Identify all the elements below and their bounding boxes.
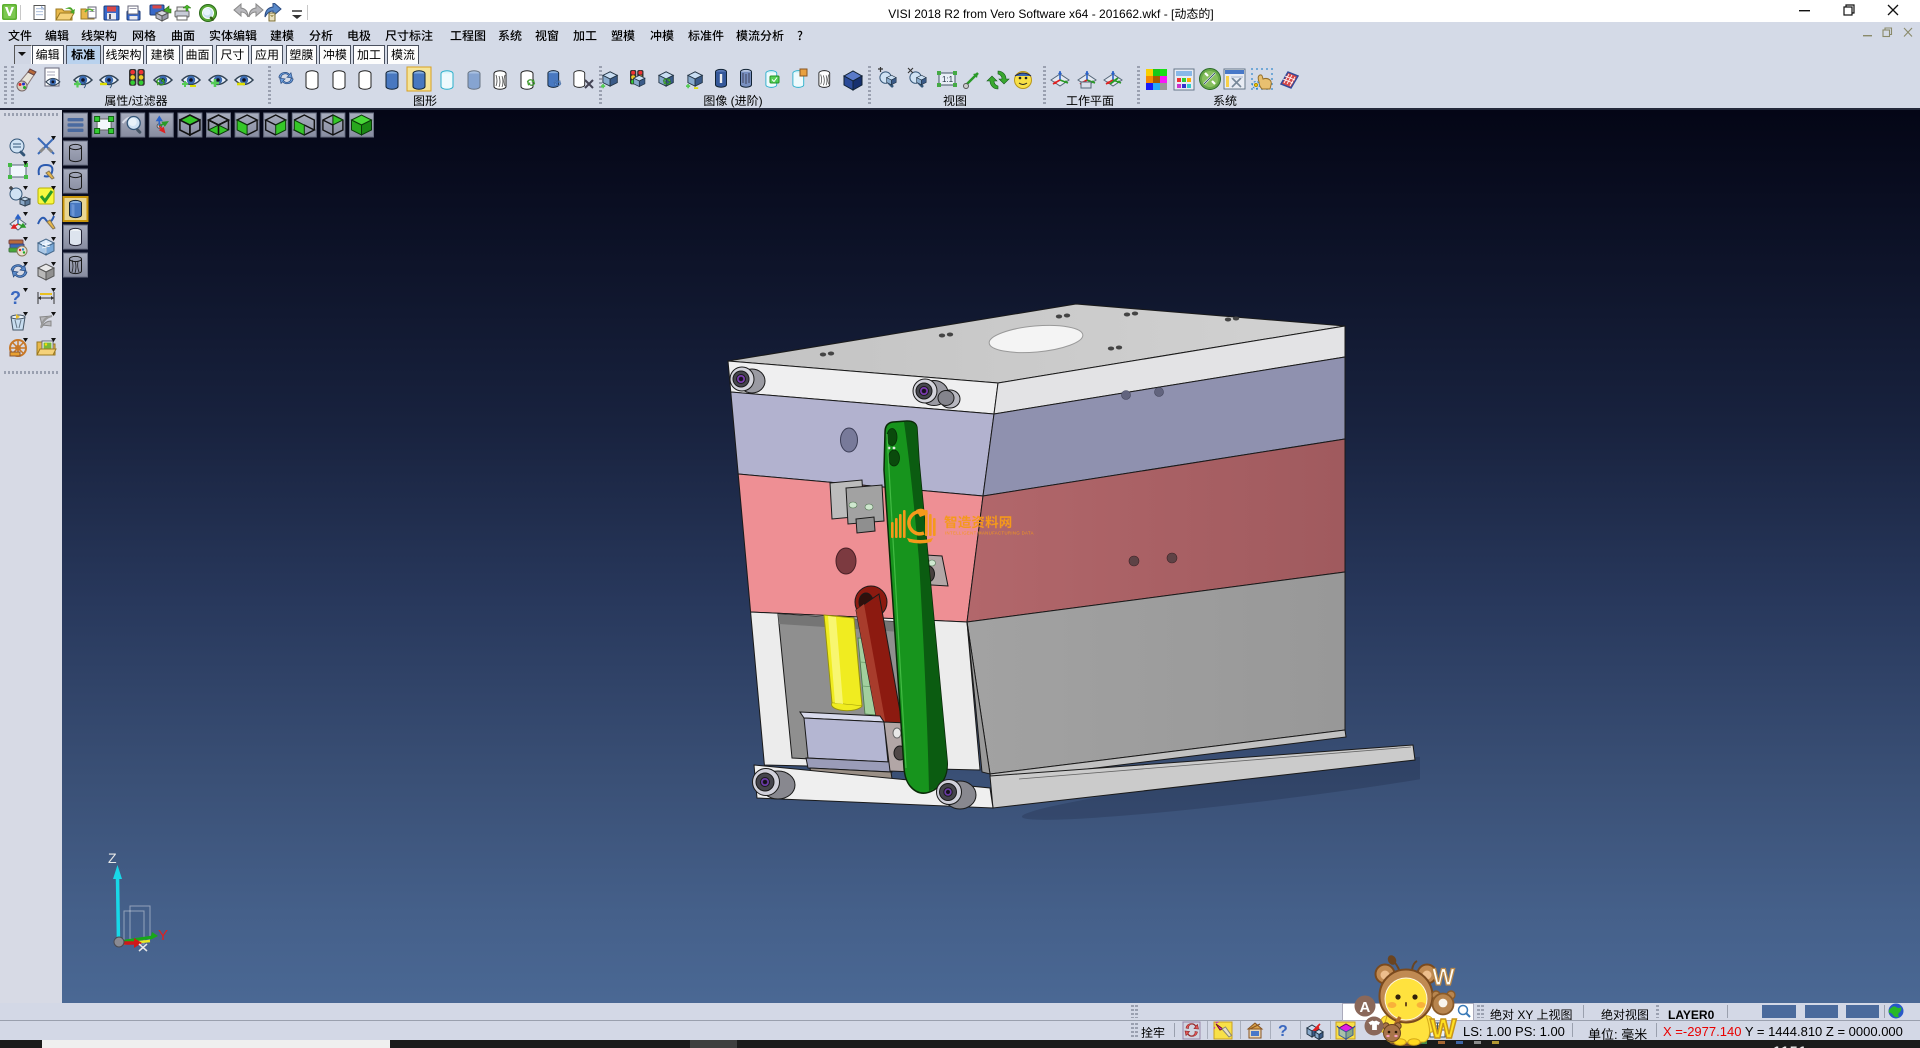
svg-text:A: A	[1360, 999, 1371, 1016]
svg-text:INTELLIGENT MANUFACTURING DATA: INTELLIGENT MANUFACTURING DATA	[945, 531, 1034, 536]
svg-text:?: ?	[10, 288, 21, 308]
svg-text:W: W	[1432, 964, 1455, 991]
svg-text:?: ?	[1278, 1023, 1288, 1040]
svg-text:Z: Z	[108, 850, 117, 866]
svg-text:Y: Y	[158, 927, 168, 944]
svg-text:智造资料网: 智造资料网	[944, 511, 1013, 531]
svg-text:1:1: 1:1	[942, 75, 954, 84]
svg-text:W: W	[1430, 1013, 1457, 1044]
